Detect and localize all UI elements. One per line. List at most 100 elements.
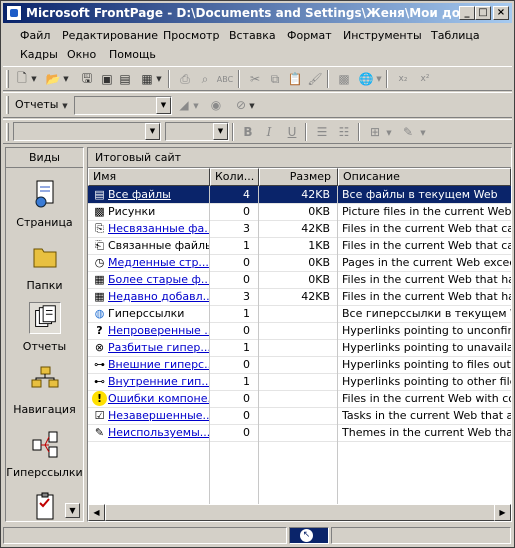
menu-frames[interactable]: Кадры (20, 48, 58, 61)
table-row[interactable]: ! Ошибки компоне... 0 Files in the current … (88, 390, 511, 407)
chevron-down-icon[interactable]: ▼ (385, 125, 393, 141)
view-hyperlinks[interactable]: Гиперссылки (6, 428, 83, 479)
italic-icon[interactable]: I (261, 124, 277, 140)
horizontal-scrollbar[interactable]: ◀ ▶ (88, 504, 511, 521)
table-row[interactable]: ⎗ Связанные файлы 1 1KB Files in the current… (88, 237, 511, 254)
column-header-description[interactable]: Описание (338, 168, 511, 186)
report-setting-dropdown[interactable]: ▼ (74, 96, 172, 115)
menu-file[interactable]: Файл (20, 29, 50, 42)
font-size-dropdown[interactable]: ▼ (165, 122, 229, 141)
new-page-icon[interactable]: 🗋 (14, 71, 30, 87)
table-row[interactable]: ? Непроверенные ... 0 Hyperlinks pointing t… (88, 322, 511, 339)
table-row[interactable]: ◍Гиперссылки 1 Все гиперссылки в текущем W… (88, 305, 511, 322)
chevron-down-icon[interactable]: ▼ (375, 71, 383, 87)
table-row[interactable]: ☑ Незавершенные... 0 Tasks in the current W… (88, 407, 511, 424)
maximize-button[interactable]: □ (475, 6, 491, 20)
chevron-down-icon[interactable]: ▼ (248, 98, 256, 114)
publish-icon[interactable]: ▣ (99, 71, 115, 87)
row-name[interactable]: Более старые ф... (108, 271, 210, 288)
open-folder-icon[interactable]: 📂 (45, 71, 61, 87)
row-name[interactable]: Все файлы (108, 186, 210, 203)
table-row[interactable]: ⊷ Внутренние гип... 1 Hyperlinks pointing t… (88, 373, 511, 390)
chevron-down-icon[interactable]: ▼ (213, 123, 228, 140)
paste-icon[interactable]: 📋 (287, 71, 303, 87)
scroll-left-button[interactable]: ◀ (88, 504, 105, 521)
chevron-down-icon[interactable]: ▼ (156, 97, 171, 114)
table-row[interactable]: ▦ Недавно добавл... 3 42KB Files in the curr… (88, 288, 511, 305)
row-name[interactable]: Внешние гиперс... (108, 356, 210, 373)
toolbar-grip[interactable] (6, 123, 9, 141)
format-painter-icon[interactable]: 🖌 (307, 71, 323, 87)
highlight-color-icon[interactable]: ✎ (400, 124, 416, 140)
scroll-thumb[interactable] (105, 504, 500, 521)
table-row[interactable]: ▩ Рисунки 0 0KB Picture files in the current… (88, 203, 511, 220)
table-row[interactable]: ⎘ Несвязанные фа... 3 42KB Files in the curr… (88, 220, 511, 237)
column-header-count[interactable]: Коли... (210, 168, 259, 186)
row-name[interactable]: Несвязанные фа... (108, 220, 210, 237)
bold-icon[interactable]: B (240, 124, 256, 140)
save-icon[interactable]: 🖫 (79, 71, 95, 87)
view-folders[interactable]: Папки (6, 241, 83, 292)
folder-list-icon[interactable]: ▤ (117, 71, 133, 87)
row-name[interactable]: Непроверенные ... (108, 322, 210, 339)
table-row[interactable]: ◷ Медленные стр... 0 0KB Pages in the curren… (88, 254, 511, 271)
scroll-right-button[interactable]: ▶ (494, 504, 511, 521)
reports-dropdown[interactable]: Отчеты (15, 98, 58, 111)
view-page[interactable]: Страница (6, 178, 83, 229)
chevron-down-icon[interactable]: ▼ (145, 123, 160, 140)
subscript-icon[interactable]: x₂ (395, 71, 411, 87)
menu-format[interactable]: Формат (287, 29, 332, 42)
bullet-list-icon[interactable]: ☷ (336, 124, 352, 140)
chevron-down-icon[interactable]: ▼ (155, 71, 163, 87)
menu-edit[interactable]: Редактирование (62, 29, 158, 42)
numbered-list-icon[interactable]: ☰ (314, 124, 330, 140)
row-name[interactable]: Внутренние гип... (108, 373, 210, 390)
copy-icon[interactable]: ⧉ (267, 71, 283, 87)
chevron-down-icon[interactable]: ▼ (62, 71, 70, 87)
borders-icon[interactable]: ⊞ (367, 124, 383, 140)
toolbar-grip[interactable] (6, 96, 9, 114)
menu-insert[interactable]: Вставка (229, 29, 276, 42)
menu-table[interactable]: Таблица (431, 29, 480, 42)
font-dropdown[interactable]: ▼ (13, 122, 161, 141)
table-row[interactable]: ⊶ Внешние гиперс... 0 Hyperlinks pointing t… (88, 356, 511, 373)
menu-help[interactable]: Помощь (109, 48, 156, 61)
chevron-down-icon[interactable]: ▼ (30, 71, 38, 87)
minimize-button[interactable]: _ (459, 6, 475, 20)
close-button[interactable]: × (493, 6, 509, 20)
menu-view[interactable]: Просмотр (163, 29, 219, 42)
table-row[interactable]: ▤ Все файлы 4 42KB Все файлы в текущем Web (88, 186, 511, 203)
view-reports[interactable]: Отчеты (6, 302, 83, 353)
cut-icon[interactable]: ✂ (247, 71, 263, 87)
column-header-name[interactable]: Имя (88, 168, 210, 186)
chevron-down-icon[interactable]: ▼ (61, 98, 69, 114)
table-row[interactable]: ⊗ Разбитые гипер... 1 Hyperlinks pointing t… (88, 339, 511, 356)
row-name[interactable]: Разбитые гипер... (108, 339, 210, 356)
row-name[interactable]: Медленные стр... (108, 254, 210, 271)
superscript-icon[interactable]: x² (417, 71, 433, 87)
hyperlink-icon[interactable]: 🌐 (358, 71, 374, 87)
row-name[interactable]: Недавно добавл... (108, 288, 210, 305)
views-scroll-down-button[interactable]: ▼ (65, 503, 80, 518)
table-row[interactable]: ✎ Неиспользуемы... 0 Themes in the current … (88, 424, 511, 441)
underline-icon[interactable]: U (284, 124, 300, 140)
insert-picture-icon[interactable]: ▩ (336, 71, 352, 87)
row-name[interactable]: Ошибки компоне... (108, 390, 210, 407)
view-navigation[interactable]: Навигация (6, 365, 83, 416)
frontpage-app-icon[interactable] (6, 5, 22, 21)
menu-window[interactable]: Окно (67, 48, 96, 61)
print-preview-icon[interactable]: ⌕ (197, 71, 213, 87)
table-row[interactable]: ▦ Более старые ф... 0 0KB Files in the curre… (88, 271, 511, 288)
spelling-icon[interactable]: ABC (217, 71, 233, 87)
menu-tools[interactable]: Инструменты (343, 29, 422, 42)
column-header-size[interactable]: Размер (259, 168, 338, 186)
print-icon[interactable]: ⎙ (177, 71, 193, 87)
hyperlink-report-icon[interactable]: ⊘ (233, 97, 249, 113)
verify-hyperlinks-icon[interactable]: ◉ (208, 97, 224, 113)
chevron-down-icon[interactable]: ▼ (192, 98, 200, 114)
row-name[interactable]: Неиспользуемы... (108, 424, 210, 441)
row-name[interactable]: Незавершенные... (108, 407, 210, 424)
toolbar-grip[interactable] (6, 70, 9, 88)
web-component-icon[interactable]: ▦ (139, 71, 155, 87)
edit-hyperlink-icon[interactable]: ◢ (176, 97, 192, 113)
